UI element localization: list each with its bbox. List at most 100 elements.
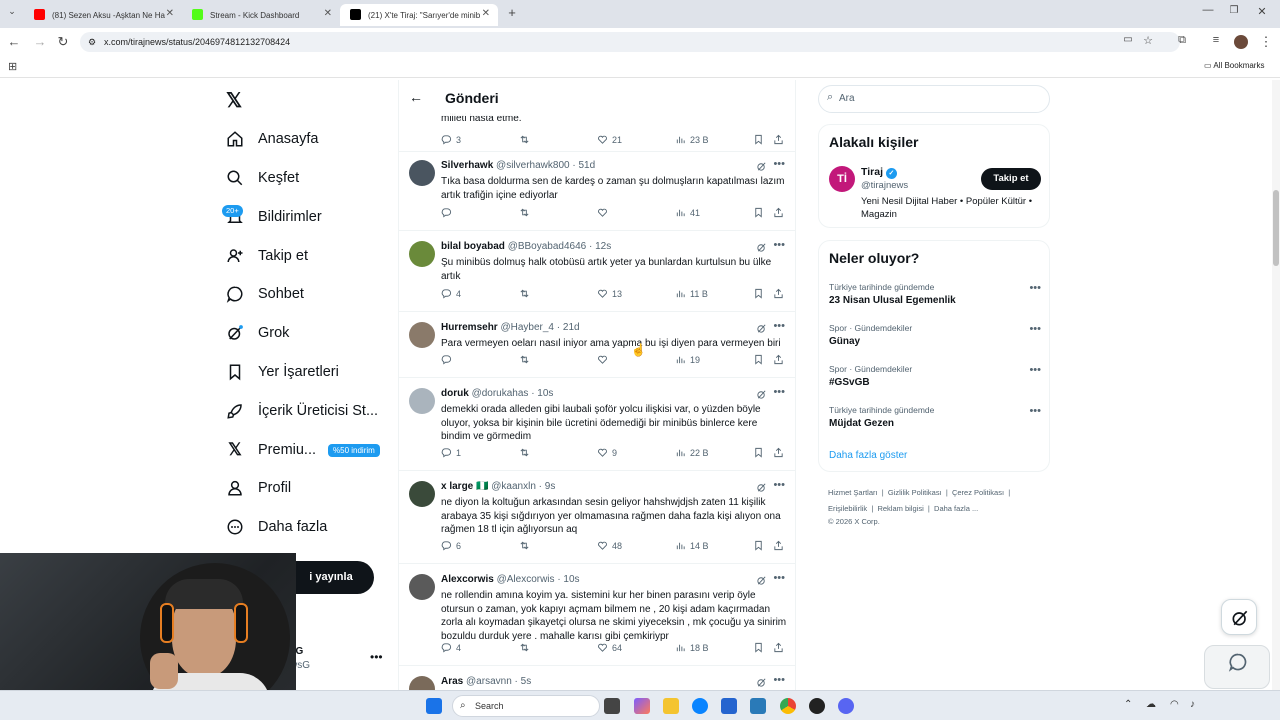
footer-link[interactable]: Daha fazla ...: [934, 504, 978, 513]
grok-icon[interactable]: [756, 323, 767, 334]
close-icon[interactable]: ✕: [166, 8, 174, 19]
reply-button[interactable]: 4: [441, 288, 461, 299]
new-tab-icon[interactable]: +: [504, 5, 520, 20]
bookmark-button[interactable]: [753, 447, 764, 458]
like-button[interactable]: 21: [597, 134, 622, 145]
repost-button[interactable]: [519, 207, 534, 218]
footer-link[interactable]: Hizmet Şartları: [828, 488, 878, 497]
repost-button[interactable]: [519, 288, 534, 299]
sidebar-item-follow[interactable]: Takip et: [226, 241, 308, 271]
trend-item[interactable]: Türkiye tarihinde gündemde Müjdat Gezen …: [829, 405, 1041, 429]
grok-float-button[interactable]: [1221, 599, 1257, 635]
tiraj-avatar[interactable]: Tİ: [829, 166, 855, 192]
grok-icon[interactable]: [756, 242, 767, 253]
reply-post[interactable]: bilal boyabad @BBoyabad4646 · 12s ••• Şu …: [399, 233, 795, 312]
reply-post[interactable]: Silverhawk @silverhawk800 · 51d ••• Tıka …: [399, 152, 795, 231]
avatar[interactable]: [409, 160, 435, 186]
tab-youtube[interactable]: (81) Sezen Aksu -Aşktan Ne Ha ✕: [24, 4, 182, 26]
post-more-icon[interactable]: •••: [773, 479, 785, 491]
close-icon[interactable]: ✕: [324, 8, 332, 19]
reply-post[interactable]: milleti hasta etme. 3 21 23 B: [399, 110, 795, 152]
grok-icon[interactable]: [756, 575, 767, 586]
avatar[interactable]: [409, 481, 435, 507]
sidebar-item-more[interactable]: Daha fazla: [226, 512, 327, 542]
minimize-icon[interactable]: —: [1200, 4, 1216, 16]
mail-icon[interactable]: [750, 698, 766, 714]
edge-icon[interactable]: [692, 698, 708, 714]
related-person-name[interactable]: Tiraj ✓: [861, 166, 897, 179]
post-time[interactable]: · 10s: [531, 388, 553, 399]
cloud-icon[interactable]: ☁: [1146, 699, 1156, 710]
more-icon[interactable]: •••: [1029, 282, 1041, 294]
star-icon[interactable]: ☆: [1140, 34, 1156, 47]
reply-button[interactable]: [441, 354, 456, 365]
reply-post[interactable]: doruk @dorukahas · 10s ••• demekki orada …: [399, 380, 795, 471]
discord-icon[interactable]: [838, 698, 854, 714]
author-handle[interactable]: @silverhawk800: [496, 160, 570, 171]
file-explorer-icon[interactable]: [663, 698, 679, 714]
reload-icon[interactable]: ↻: [55, 34, 71, 50]
like-button[interactable]: [597, 354, 612, 365]
reply-button[interactable]: 4: [441, 642, 461, 653]
avatar[interactable]: [409, 241, 435, 267]
views-button[interactable]: 22 B: [675, 447, 709, 458]
more-icon[interactable]: •••: [1029, 323, 1041, 335]
author-name[interactable]: Hurremsehr: [441, 322, 498, 333]
post-time[interactable]: · 5s: [515, 676, 532, 687]
repost-button[interactable]: [519, 134, 534, 145]
grok-icon[interactable]: [756, 389, 767, 400]
sidebar-item-home[interactable]: Anasayfa: [226, 124, 318, 154]
views-button[interactable]: 19: [675, 354, 700, 365]
post-time[interactable]: · 12s: [589, 241, 611, 252]
author-name[interactable]: doruk: [441, 388, 469, 399]
reply-post[interactable]: Alexcorwis @Alexcorwis · 10s ••• ne rolle…: [399, 566, 795, 666]
forward-icon[interactable]: →: [32, 34, 48, 49]
bookmark-button[interactable]: [753, 288, 764, 299]
post-time[interactable]: · 9s: [539, 481, 556, 492]
tab-kick[interactable]: Stream - Kick Dashboard ✕: [182, 4, 340, 26]
like-button[interactable]: 64: [597, 642, 622, 653]
reply-button[interactable]: 1: [441, 447, 461, 458]
author-handle[interactable]: @Alexcorwis: [497, 574, 555, 585]
window-close-icon[interactable]: ✕: [1254, 5, 1270, 18]
repost-button[interactable]: [519, 540, 534, 551]
sidebar-item-explore[interactable]: Keşfet: [226, 163, 299, 193]
chat-float-button[interactable]: [1204, 645, 1270, 689]
share-button[interactable]: [773, 207, 784, 218]
grok-icon[interactable]: [756, 677, 767, 688]
reply-button[interactable]: 6: [441, 540, 461, 551]
wifi-icon[interactable]: ◠: [1170, 699, 1179, 710]
post-more-icon[interactable]: •••: [773, 572, 785, 584]
bookmark-button[interactable]: [753, 134, 764, 145]
share-button[interactable]: [773, 642, 784, 653]
site-info-icon[interactable]: ⚙: [88, 32, 96, 52]
cast-icon[interactable]: ▭: [1120, 34, 1136, 45]
bookmark-button[interactable]: [753, 540, 764, 551]
start-icon[interactable]: [426, 698, 442, 714]
apps-icon[interactable]: ⊞: [8, 60, 17, 73]
bookmark-button[interactable]: [753, 207, 764, 218]
author-name[interactable]: bilal boyabad: [441, 241, 505, 252]
footer-link[interactable]: Gizlilik Politikası: [888, 488, 942, 497]
avatar[interactable]: [409, 322, 435, 348]
footer-link[interactable]: Çerez Politikası: [952, 488, 1004, 497]
views-button[interactable]: 18 B: [675, 642, 709, 653]
author-handle[interactable]: @dorukahas: [472, 388, 529, 399]
footer-link[interactable]: Erişilebilirlik: [828, 504, 867, 513]
author-handle[interactable]: @kaanxln: [491, 481, 536, 492]
footer-link[interactable]: Reklam bilgisi: [877, 504, 923, 513]
repost-button[interactable]: [519, 642, 534, 653]
chrome-icon[interactable]: [780, 698, 796, 714]
scrollbar-thumb[interactable]: [1273, 190, 1279, 266]
task-view-icon[interactable]: [604, 698, 620, 714]
extensions-icon[interactable]: ⧉: [1174, 34, 1190, 47]
reply-post[interactable]: Hurremsehr @Hayber_4 · 21d ••• Para verme…: [399, 314, 795, 378]
menu-icon[interactable]: ⋮: [1258, 34, 1274, 50]
page-scrollbar[interactable]: [1272, 80, 1280, 690]
reply-button[interactable]: [441, 207, 456, 218]
sidebar-item-bookmarks[interactable]: Yer İşaretleri: [226, 357, 339, 387]
profile-avatar[interactable]: [1234, 35, 1248, 49]
tray-chevron-icon[interactable]: ⌃: [1124, 699, 1132, 710]
tab-list-icon[interactable]: ⌄: [4, 6, 20, 17]
author-handle[interactable]: @BBoyabad4646: [508, 241, 587, 252]
